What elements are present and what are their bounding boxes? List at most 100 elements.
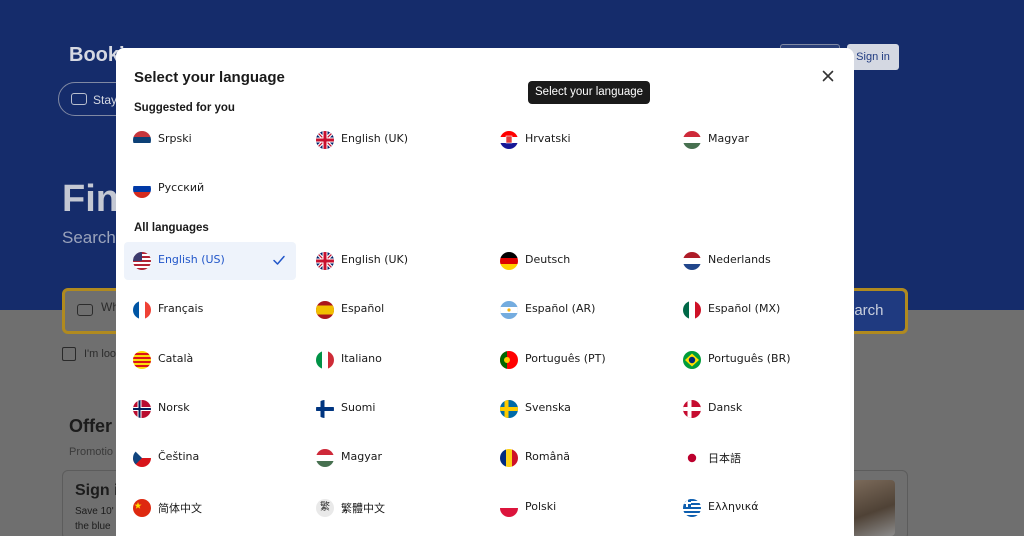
close-button[interactable] [818,66,838,86]
language-option-ar[interactable]: Español (AR) [491,291,663,329]
language-label: English (UK) [341,132,409,145]
jp-flag-icon [683,449,701,468]
br-flag-icon [683,350,701,369]
language-label: 简体中文 [158,501,202,515]
tw-flag-icon: 繁 [316,498,334,517]
language-option-mx[interactable]: Español (MX) [674,291,846,329]
promo-card-text: the blue [75,521,111,532]
language-option-es[interactable]: Español [307,291,479,329]
modal-title: Select your language [134,69,285,86]
bed-icon [77,304,93,316]
suggested-heading: Suggested for you [134,102,235,114]
language-label: English (US) [158,253,225,266]
language-option-us[interactable]: English (US) [124,242,296,280]
language-label: Svenska [525,400,571,414]
fi-flag-icon [316,399,334,418]
language-label: Čeština [158,450,200,464]
language-label: Srpski [158,132,192,145]
language-label: Català [158,351,194,365]
language-label: Nederlands [708,253,771,266]
language-option-hr[interactable]: Hrvatski [491,121,663,159]
language-label: Magyar [341,450,382,464]
language-option-hu[interactable]: Magyar [307,439,479,477]
language-option-it[interactable]: Italiano [307,341,479,379]
sign-in-button: Sign in [847,44,899,70]
close-icon [822,70,834,82]
hu-flag-icon [683,131,701,149]
language-label: English (UK) [341,253,409,266]
language-label: Dansk [708,400,743,414]
ar-flag-icon [500,301,518,320]
stays-tab-label: Stay [93,93,118,107]
language-modal: Select your language Select your languag… [116,48,854,536]
language-label: Norsk [158,400,190,414]
offers-subheading: Promotio [69,446,114,458]
it-flag-icon [316,350,334,369]
language-option-gr[interactable]: Ελληνικά [674,489,846,527]
dk-flag-icon [683,399,701,418]
language-label: Español (MX) [708,302,781,316]
language-option-gb[interactable]: English (UK) [307,121,479,159]
language-option-br[interactable]: Português (BR) [674,341,846,379]
promo-card-text: Save 10' [75,506,114,517]
language-option-no[interactable]: Norsk [124,390,296,428]
hero-title: Fin [62,178,119,220]
rs-flag-icon [133,131,151,149]
promo-photo [853,480,895,536]
language-option-gb[interactable]: English (UK) [307,242,479,280]
language-option-de[interactable]: Deutsch [491,242,663,280]
language-option-tw[interactable]: 繁繁體中文 [307,489,479,527]
de-flag-icon [500,252,518,270]
language-option-pl[interactable]: Polski [491,489,663,527]
language-label: 日本語 [708,452,741,466]
language-option-ro[interactable]: Română [491,439,663,477]
language-label: 繁體中文 [341,501,385,515]
nl-flag-icon [683,252,701,270]
es-flag-icon [316,301,334,320]
ro-flag-icon [500,449,518,468]
hero-subtitle: Search [62,228,116,247]
language-label: Português (PT) [525,351,606,365]
gb-flag-icon [316,252,334,270]
ca-flag-icon [133,350,151,369]
cz-flag-icon [133,449,151,468]
cn-flag-icon [133,498,151,517]
language-label: Polski [525,499,557,513]
language-label: Français [158,302,204,316]
bed-icon [71,93,87,105]
language-label: Español (AR) [525,302,596,316]
language-label: Deutsch [525,253,571,266]
fr-flag-icon [133,301,151,320]
work-travel-label: I'm loo [84,348,117,360]
language-label: Ελληνικά [708,499,759,513]
language-label: Magyar [708,132,749,145]
work-travel-checkbox [62,347,76,361]
language-option-rs[interactable]: Srpski [124,121,296,159]
pl-flag-icon [500,498,518,517]
language-option-fi[interactable]: Suomi [307,390,479,428]
gb-flag-icon [316,131,334,149]
language-option-ca[interactable]: Català [124,341,296,379]
no-flag-icon [133,399,151,418]
language-option-fr[interactable]: Français [124,291,296,329]
offers-heading: Offer [69,416,113,436]
language-option-ru[interactable]: Русский [124,170,296,208]
language-option-se[interactable]: Svenska [491,390,663,428]
all-languages-heading: All languages [134,222,209,234]
language-option-cn[interactable]: 简体中文 [124,489,296,527]
language-option-jp[interactable]: 日本語 [674,439,846,477]
language-label: Hrvatski [525,132,571,145]
hu-flag-icon [316,449,334,468]
language-label: Italiano [341,351,382,365]
language-option-pt[interactable]: Português (PT) [491,341,663,379]
language-option-hu[interactable]: Magyar [674,121,846,159]
language-label: Suomi [341,400,376,414]
mx-flag-icon [683,301,701,320]
us-flag-icon [133,252,151,270]
checkmark-icon [272,253,286,267]
tooltip: Select your language [528,81,651,104]
language-option-dk[interactable]: Dansk [674,390,846,428]
language-option-cz[interactable]: Čeština [124,439,296,477]
hr-flag-icon [500,131,518,149]
language-option-nl[interactable]: Nederlands [674,242,846,280]
